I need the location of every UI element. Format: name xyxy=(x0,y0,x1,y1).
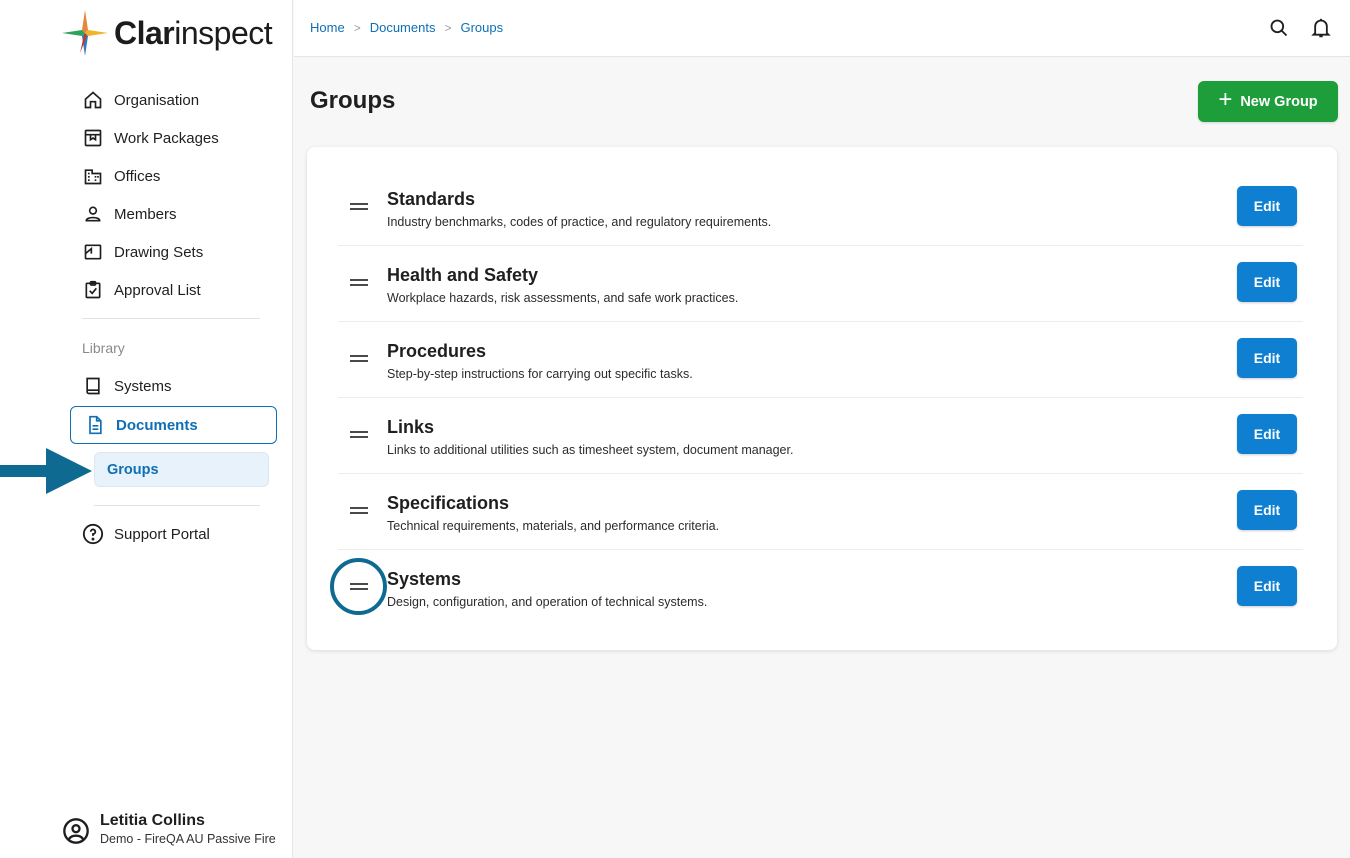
chevron-right-icon: > xyxy=(444,20,452,35)
book-icon xyxy=(82,375,104,397)
clipboard-check-icon xyxy=(82,279,104,301)
edit-button[interactable]: Edit xyxy=(1237,186,1297,226)
user-profile[interactable]: Letitia Collins Demo - FireQA AU Passive… xyxy=(62,812,276,846)
nav-members[interactable]: Members xyxy=(82,195,282,233)
group-description: Design, configuration, and operation of … xyxy=(387,595,708,609)
group-row: Health and Safety Workplace hazards, ris… xyxy=(338,246,1303,322)
nav-work-packages[interactable]: Work Packages xyxy=(82,119,282,157)
group-list: Standards Industry benchmarks, codes of … xyxy=(338,170,1303,626)
user-name: Letitia Collins xyxy=(100,812,205,829)
drag-handle-icon[interactable] xyxy=(350,583,368,590)
group-description: Step-by-step instructions for carrying o… xyxy=(387,367,693,381)
search-icon[interactable] xyxy=(1268,16,1290,40)
breadcrumb-groups[interactable]: Groups xyxy=(460,20,503,35)
nav-label: Approval List xyxy=(114,281,201,299)
nav-groups[interactable]: Groups xyxy=(94,452,269,487)
support-nav: Support Portal xyxy=(82,515,282,553)
library-nav: Systems xyxy=(82,367,282,405)
logo-text: Clarinspect xyxy=(114,14,273,51)
group-title: Specifications xyxy=(387,493,510,513)
drag-handle-icon[interactable] xyxy=(350,355,368,362)
group-description: Technical requirements, materials, and p… xyxy=(387,519,720,533)
breadcrumb-documents[interactable]: Documents xyxy=(370,20,436,35)
sidebar-divider xyxy=(94,505,260,506)
home-icon xyxy=(82,89,104,111)
nav-label: Drawing Sets xyxy=(114,243,204,261)
building-icon xyxy=(82,165,104,187)
main-nav: Organisation Work Packages Offices Membe… xyxy=(82,81,282,309)
group-description: Workplace hazards, risk assessments, and… xyxy=(387,291,739,305)
nav-label: Documents xyxy=(116,416,198,434)
bell-icon[interactable] xyxy=(1310,16,1332,40)
logo-star-icon xyxy=(62,10,108,56)
sidebar: Clarinspect Organisation Work Packages O… xyxy=(0,0,293,858)
nav-label: Members xyxy=(114,205,177,223)
edit-button[interactable]: Edit xyxy=(1237,414,1297,454)
group-title: Links xyxy=(387,417,435,437)
group-title: Standards xyxy=(387,189,476,209)
nav-drawing-sets[interactable]: Drawing Sets xyxy=(82,233,282,271)
group-row: Links Links to additional utilities such… xyxy=(338,398,1303,474)
nav-systems[interactable]: Systems xyxy=(82,367,282,405)
chevron-right-icon: > xyxy=(353,20,361,35)
app-logo[interactable]: Clarinspect xyxy=(60,8,273,58)
document-icon xyxy=(84,414,106,436)
edit-button[interactable]: Edit xyxy=(1237,338,1297,378)
nav-label: Organisation xyxy=(114,91,200,109)
drawing-icon xyxy=(82,241,104,263)
group-row: Specifications Technical requirements, m… xyxy=(338,474,1303,550)
breadcrumb: Home > Documents > Groups xyxy=(310,20,503,35)
annotation-arrow-icon xyxy=(0,448,92,494)
person-icon xyxy=(82,203,104,225)
group-row: Procedures Step-by-step instructions for… xyxy=(338,322,1303,398)
library-section-label: Library xyxy=(82,340,125,356)
top-bar: Home > Documents > Groups xyxy=(294,0,1350,57)
group-description: Industry benchmarks, codes of practice, … xyxy=(387,215,772,229)
page-title: Groups xyxy=(310,87,396,114)
edit-button[interactable]: Edit xyxy=(1237,262,1297,302)
user-organisation: Demo - FireQA AU Passive Fire xyxy=(100,832,276,846)
plus-icon: + xyxy=(1218,86,1233,113)
user-circle-icon xyxy=(62,817,90,845)
group-row: Systems Design, configuration, and opera… xyxy=(338,550,1303,626)
drag-handle-icon[interactable] xyxy=(350,203,368,210)
nav-label: Systems xyxy=(114,377,172,395)
sidebar-divider xyxy=(82,318,260,319)
nav-label: Work Packages xyxy=(114,129,219,147)
edit-button[interactable]: Edit xyxy=(1237,490,1297,530)
nav-organisation[interactable]: Organisation xyxy=(82,81,282,119)
nav-documents[interactable]: Documents xyxy=(70,406,277,444)
group-title: Procedures xyxy=(387,341,487,361)
group-description: Links to additional utilities such as ti… xyxy=(387,443,794,457)
nav-label: Offices xyxy=(114,167,161,185)
group-row: Standards Industry benchmarks, codes of … xyxy=(338,170,1303,246)
edit-button[interactable]: Edit xyxy=(1237,566,1297,606)
group-title: Systems xyxy=(387,569,462,589)
drag-handle-icon[interactable] xyxy=(350,431,368,438)
group-title: Health and Safety xyxy=(387,265,539,285)
nav-offices[interactable]: Offices xyxy=(82,157,282,195)
drag-handle-icon[interactable] xyxy=(350,279,368,286)
new-group-label: New Group xyxy=(1240,93,1318,110)
top-actions xyxy=(1268,16,1332,40)
nav-approval-list[interactable]: Approval List xyxy=(82,271,282,309)
new-group-button[interactable]: + New Group xyxy=(1198,81,1338,122)
nav-support-portal[interactable]: Support Portal xyxy=(82,515,282,553)
groups-card: Standards Industry benchmarks, codes of … xyxy=(307,147,1337,650)
help-circle-icon xyxy=(82,523,104,545)
drag-handle-icon[interactable] xyxy=(350,507,368,514)
nav-label: Support Portal xyxy=(114,525,210,543)
package-icon xyxy=(82,127,104,149)
breadcrumb-home[interactable]: Home xyxy=(310,20,345,35)
